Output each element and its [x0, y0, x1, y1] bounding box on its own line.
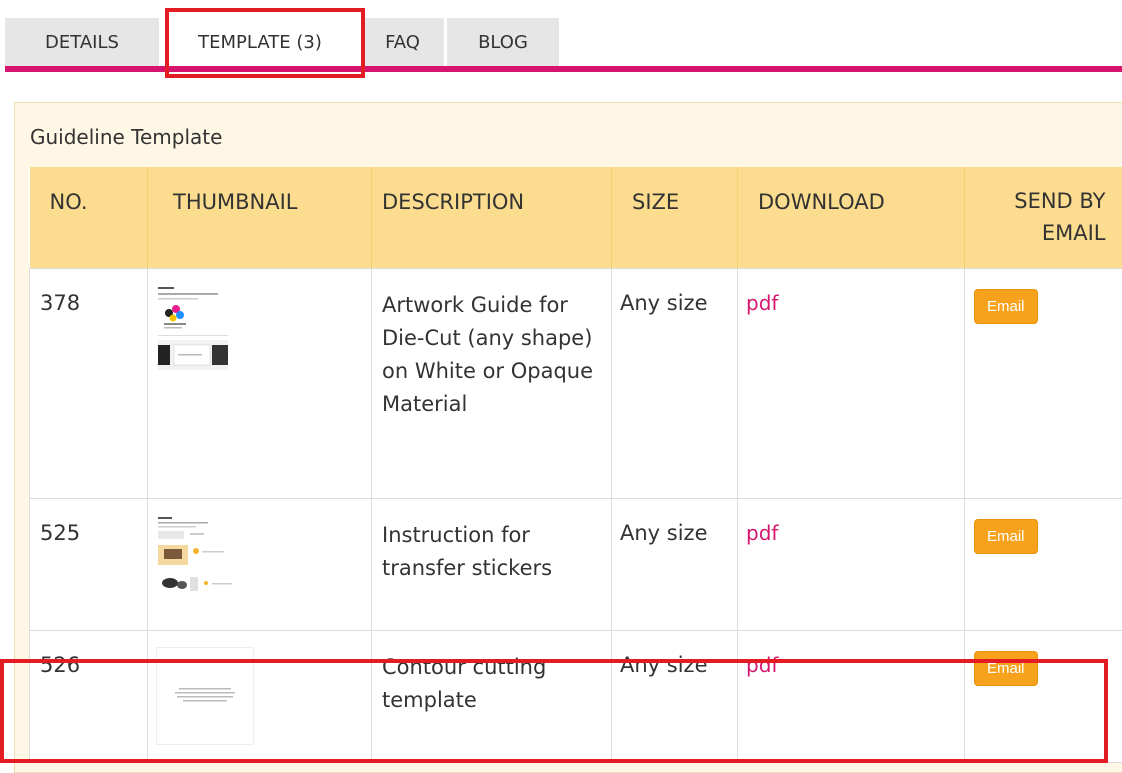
thumbnail-cell — [147, 267, 372, 499]
download-cell: pdf — [737, 497, 965, 631]
email-button[interactable]: Email — [974, 650, 1038, 686]
table-header-row: NO. THUMBNAIL DESCRIPTION SIZE DOWNLOAD … — [29, 167, 1122, 268]
guide-thumbnail[interactable] — [156, 284, 252, 381]
email-cell: Email — [964, 629, 1122, 763]
row-number: 525 — [29, 497, 148, 631]
size: Any size — [611, 267, 738, 499]
size: Any size — [611, 629, 738, 763]
table-row: 378 Artwork Guide for Die-Cut (any shape… — [29, 267, 1122, 499]
tab-blog[interactable]: BLOG — [447, 18, 559, 66]
header-download: DOWNLOAD — [737, 167, 965, 268]
tab-details[interactable]: DETAILS — [5, 18, 159, 66]
header-send-by-email: SEND BY EMAIL — [964, 167, 1122, 268]
template-panel: Guideline Template NO. THUMBNAIL DESCRIP… — [14, 102, 1122, 773]
pdf-download-link[interactable]: pdf — [746, 653, 778, 677]
email-button[interactable]: Email — [974, 518, 1038, 554]
contour-thumbnail[interactable] — [156, 646, 254, 745]
table-row: 526 Contour cutting template Any size pd… — [29, 629, 1122, 763]
header-description: DESCRIPTION — [371, 167, 612, 268]
download-cell: pdf — [737, 629, 965, 763]
thumbnail-cell — [147, 629, 372, 763]
pdf-download-link[interactable]: pdf — [746, 521, 778, 545]
row-number: 526 — [29, 629, 148, 763]
header-send-by-email-line1: SEND BY — [1014, 189, 1106, 213]
header-thumbnail: THUMBNAIL — [147, 167, 372, 268]
tab-bar: DETAILS TEMPLATE (3) FAQ BLOG — [5, 18, 562, 66]
email-cell: Email — [964, 267, 1122, 499]
tab-faq[interactable]: FAQ — [361, 18, 444, 66]
download-cell: pdf — [737, 267, 965, 499]
template-table: NO. THUMBNAIL DESCRIPTION SIZE DOWNLOAD … — [29, 167, 1122, 763]
pdf-download-link[interactable]: pdf — [746, 291, 778, 315]
tab-template[interactable]: TEMPLATE (3) — [162, 18, 358, 66]
row-number: 378 — [29, 267, 148, 499]
size: Any size — [611, 497, 738, 631]
instruction-thumbnail[interactable] — [156, 514, 252, 611]
panel-title: Guideline Template — [30, 125, 223, 149]
tab-underline — [5, 66, 1122, 72]
header-send-by-email-line2: EMAIL — [1041, 221, 1106, 245]
email-cell: Email — [964, 497, 1122, 631]
description: Contour cutting template — [371, 629, 612, 763]
description: Artwork Guide for Die-Cut (any shape) on… — [371, 267, 612, 499]
table-row: 525 Instruction for transfer stickers An… — [29, 497, 1122, 631]
header-size: SIZE — [611, 167, 738, 268]
thumbnail-cell — [147, 497, 372, 631]
description: Instruction for transfer stickers — [371, 497, 612, 631]
email-button[interactable]: Email — [974, 288, 1038, 324]
header-no: NO. — [29, 167, 148, 268]
